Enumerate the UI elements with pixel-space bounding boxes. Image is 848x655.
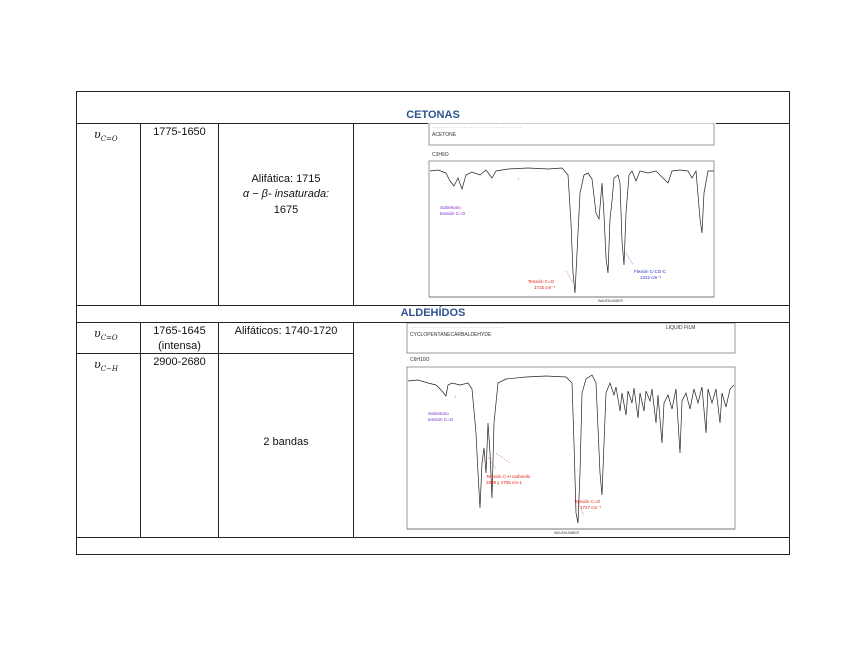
compound-name: CYCLOPENTANECARBALDEHYDE	[410, 332, 492, 338]
annotation-co-stretch: 1727 cm⁻¹	[580, 505, 602, 510]
table-rule	[76, 91, 790, 92]
annotation-ch-stretch: Tensión C-H carbonilo	[486, 474, 531, 479]
frequency-note: (intensa)	[158, 340, 201, 352]
annotation-overtone: Sobretono	[440, 205, 461, 210]
ir-correlation-table: CETONAS υC=O 1775-1650 Alifática: 1715 α…	[76, 91, 790, 555]
section-title-aldehydes: ALDEHÍDOS	[400, 307, 466, 319]
table-rule	[218, 322, 219, 537]
annotation-ch-stretch: 2809 y 2705 cm-1	[486, 480, 523, 485]
table-rule	[76, 305, 790, 306]
spectrum-header-data: · · · · · · · · · · · · · · · · · · · · …	[410, 325, 504, 330]
table-rule	[76, 554, 790, 555]
frequency-range: 2900-2680	[153, 356, 206, 368]
sample-state: LIQUID FILM	[666, 325, 695, 331]
assignment-line: 1675	[273, 204, 299, 216]
assignment-line: α − β- insaturada:	[242, 188, 330, 200]
table-rule	[76, 91, 77, 555]
assignment-line: Alifática: 1715	[251, 173, 321, 185]
spectrum-header-data: · · · · · · · · · · · · · · · · · · · · …	[432, 125, 521, 130]
assignment-line: 2 bandas	[263, 436, 309, 448]
annotation-cocc-bend: Flexión C-CO-C	[634, 269, 667, 274]
annotation-overtone: tensión C=O	[440, 211, 466, 216]
annotation-co-stretch: 1715 cm⁻¹	[534, 285, 556, 290]
table-rule	[789, 91, 790, 555]
vibration-symbol: υC−H	[94, 358, 119, 374]
compound-name: ACETONE	[432, 132, 457, 138]
annotation-overtone: Sobretono	[428, 411, 449, 416]
frequency-range: 1775-1650	[153, 126, 206, 138]
table-rule	[353, 322, 354, 537]
x-axis-label: WAVENUMBER	[554, 531, 580, 535]
compound-formula: C6H10O	[410, 357, 430, 363]
overtone-arrow: ↑	[517, 176, 519, 181]
ketone-ir-spectrum: · · · · · · · · · · · · · · · · · · · · …	[428, 123, 716, 303]
document-page: CETONAS υC=O 1775-1650 Alifática: 1715 α…	[0, 0, 848, 655]
assignment-line: Alifáticos: 1740-1720	[234, 325, 338, 337]
frequency-range: 1765-1645	[153, 325, 206, 337]
table-rule	[353, 123, 354, 305]
overtone-arrow: ↑	[454, 394, 456, 399]
table-rule	[76, 537, 790, 538]
vibration-symbol: υC=O	[94, 327, 118, 343]
table-rule	[140, 123, 141, 305]
annotation-cocc-bend: 1222 cm⁻¹	[640, 275, 662, 280]
compound-formula: C3H6O	[432, 152, 449, 158]
annotation-co-stretch: Tensión C=O	[528, 279, 555, 284]
section-title-ketones: CETONAS	[406, 109, 460, 121]
annotation-co-stretch: Tensión C=O	[574, 499, 601, 504]
vibration-symbol: υC=O	[94, 128, 118, 144]
annotation-overtone: tensión C=O	[428, 417, 454, 422]
x-axis-label: WAVENUMBER	[598, 299, 624, 303]
aldehyde-ir-spectrum: · · · · · · · · · · · · · · · · · · · · …	[406, 323, 738, 535]
